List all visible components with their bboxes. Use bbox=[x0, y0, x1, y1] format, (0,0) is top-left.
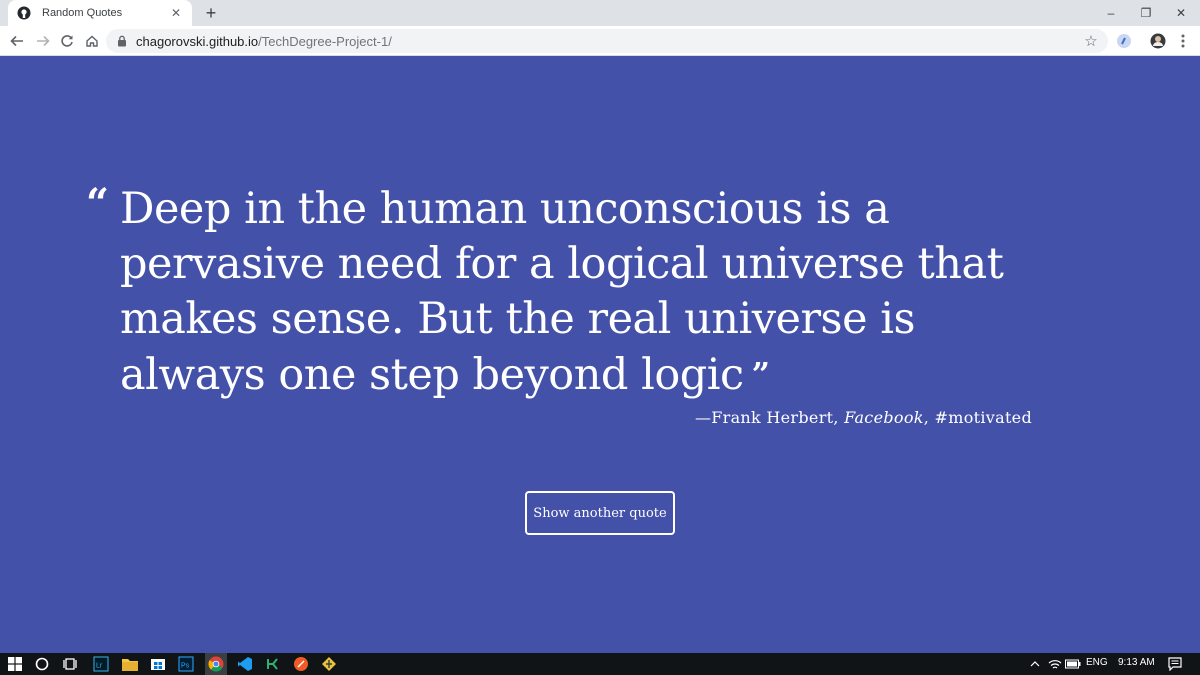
source-author: —Frank Herbert, bbox=[694, 408, 845, 427]
open-quote-mark: “ bbox=[86, 180, 109, 227]
vscode-icon[interactable] bbox=[236, 655, 254, 673]
url-host: chagorovski.github.io bbox=[136, 33, 259, 49]
url-text: chagorovski.github.io/TechDegree-Project… bbox=[136, 34, 392, 49]
battery-icon[interactable] bbox=[1064, 655, 1082, 673]
close-tab-icon[interactable]: ✕ bbox=[168, 5, 184, 21]
language-indicator[interactable]: ENG bbox=[1086, 657, 1108, 668]
windows-start-icon[interactable] bbox=[6, 655, 24, 673]
tab-strip: Random Quotes ✕ + – ❐ ✕ bbox=[0, 0, 1200, 26]
chrome-icon[interactable] bbox=[205, 653, 227, 675]
git-icon[interactable] bbox=[264, 655, 282, 673]
new-tab-button[interactable]: + bbox=[200, 3, 222, 23]
store-icon[interactable] bbox=[149, 655, 167, 673]
close-quote-mark: ” bbox=[751, 355, 770, 393]
page-content: “Deep in the human unconscious is a perv… bbox=[0, 56, 1200, 653]
quote-box: “Deep in the human unconscious is a perv… bbox=[86, 180, 1046, 403]
tab-title: Random Quotes bbox=[42, 7, 123, 19]
close-window-button[interactable]: ✕ bbox=[1162, 0, 1200, 26]
windows-taskbar: Lr Ps ENG 9:13 AM bbox=[0, 653, 1200, 675]
source-tag: , #motivated bbox=[923, 408, 1032, 427]
address-bar[interactable]: chagorovski.github.io/TechDegree-Project… bbox=[106, 29, 1108, 53]
github-icon bbox=[16, 5, 32, 21]
search-circle-icon[interactable] bbox=[33, 655, 51, 673]
browser-tab[interactable]: Random Quotes ✕ bbox=[8, 0, 192, 26]
back-arrow-icon[interactable] bbox=[6, 30, 28, 52]
profile-avatar-icon[interactable] bbox=[1147, 30, 1169, 52]
chevron-up-icon[interactable] bbox=[1026, 655, 1044, 673]
file-explorer-icon[interactable] bbox=[121, 655, 139, 673]
extension-icon[interactable] bbox=[1113, 30, 1135, 52]
photoshop-icon[interactable]: Ps bbox=[177, 655, 195, 673]
quote-text: Deep in the human unconscious is a perva… bbox=[120, 184, 1004, 400]
svg-text:Ps: Ps bbox=[181, 663, 190, 670]
quote-source: —Frank Herbert, Facebook, #motivated bbox=[695, 408, 1032, 427]
browser-toolbar: chagorovski.github.io/TechDegree-Project… bbox=[0, 26, 1200, 56]
url-path: /TechDegree-Project-1/ bbox=[258, 33, 392, 49]
task-view-icon[interactable] bbox=[61, 655, 79, 673]
star-icon[interactable]: ☆ bbox=[1082, 32, 1100, 50]
sourcetree-icon[interactable] bbox=[320, 655, 338, 673]
home-icon[interactable] bbox=[81, 30, 103, 52]
lightroom-icon[interactable]: Lr bbox=[92, 655, 110, 673]
minimize-button[interactable]: – bbox=[1092, 0, 1130, 26]
lock-icon bbox=[116, 35, 128, 47]
restore-button[interactable]: ❐ bbox=[1127, 0, 1165, 26]
postman-icon[interactable] bbox=[292, 655, 310, 673]
notifications-icon[interactable] bbox=[1166, 655, 1184, 673]
wifi-icon[interactable] bbox=[1046, 655, 1064, 673]
source-citation: Facebook bbox=[844, 408, 924, 427]
svg-text:Lr: Lr bbox=[96, 663, 103, 670]
reload-icon[interactable] bbox=[56, 30, 78, 52]
quote: “Deep in the human unconscious is a perv… bbox=[86, 180, 1046, 403]
kebab-menu-icon[interactable] bbox=[1172, 30, 1194, 52]
forward-arrow-icon[interactable] bbox=[32, 30, 54, 52]
show-another-quote-button[interactable]: Show another quote bbox=[525, 491, 675, 535]
clock[interactable]: 9:13 AM bbox=[1118, 657, 1155, 668]
